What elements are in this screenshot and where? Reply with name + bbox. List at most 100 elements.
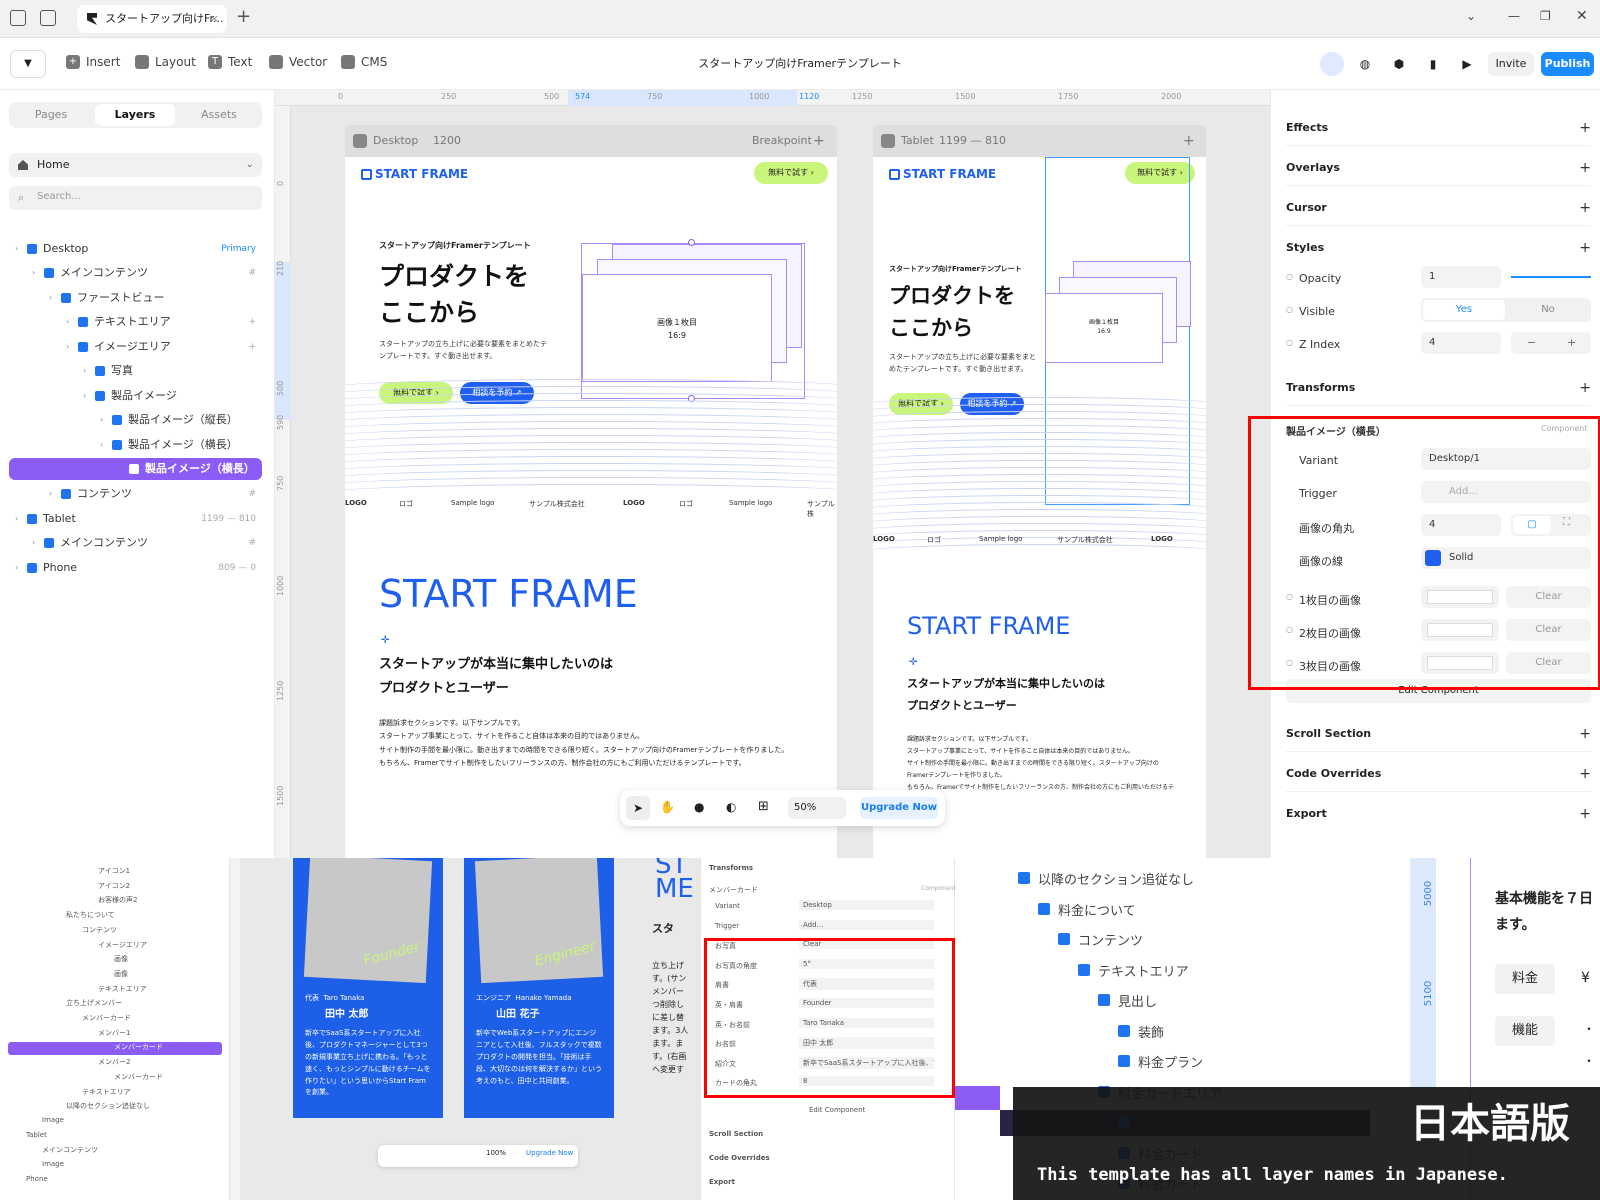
effects-section[interactable]: Effects + — [1286, 110, 1591, 146]
chevron-icon[interactable]: › — [15, 238, 18, 260]
tablet-frame-header[interactable]: Tablet 1199 — 810 + — [873, 125, 1206, 157]
breakpoint-button[interactable]: Breakpoint — [752, 125, 812, 157]
new-tab-icon[interactable]: + — [236, 6, 251, 27]
layer-row[interactable]: › Tablet 1199 — 810 — [9, 508, 262, 530]
layer-row[interactable]: › 製品イメージ（横長） — [9, 434, 262, 456]
chevron-icon[interactable]: › — [49, 483, 52, 505]
member-card-2[interactable]: Engineer エンジニア Hanako Yamada 山田 花子 新卒でWe… — [464, 858, 614, 1118]
layout-tool[interactable]: Layout — [135, 55, 196, 69]
transforms-section[interactable]: Transforms + — [1286, 370, 1591, 406]
add-icon[interactable]: + — [1579, 110, 1591, 146]
tab-pages[interactable]: Pages — [11, 104, 91, 126]
chevron-icon[interactable]: › — [15, 508, 18, 530]
home-icon[interactable] — [10, 10, 26, 26]
styles-section[interactable]: Styles + — [1286, 230, 1591, 266]
zoomed-layer-row[interactable]: 料金プラン — [1000, 1049, 1370, 1075]
mini-upgrade[interactable]: Upgrade Now — [526, 1149, 573, 1157]
tab-assets[interactable]: Assets — [179, 104, 259, 126]
layer-row[interactable]: › テキストエリア + — [9, 311, 262, 333]
page-selector[interactable]: Home ⌄ — [9, 153, 262, 177]
zindex-stepper[interactable]: − + — [1511, 332, 1591, 354]
mini-layer-row[interactable]: 立ち上げメンバー — [8, 998, 222, 1011]
chevron-icon[interactable]: › — [32, 262, 35, 284]
layer-row[interactable]: › Phone 809 — 0 — [9, 557, 262, 579]
layer-row[interactable]: › 製品イメージ（縦長） — [9, 409, 262, 431]
chevron-icon[interactable]: › — [83, 385, 86, 407]
add-icon[interactable]: + — [1579, 230, 1591, 266]
avatar[interactable] — [1320, 52, 1344, 76]
mini-layer-row[interactable]: メンバー2 — [8, 1057, 222, 1070]
mini-prop-value[interactable]: Add... — [799, 919, 934, 930]
chevron-down-icon[interactable]: ⌄ — [1466, 9, 1476, 23]
add-icon[interactable]: + — [1579, 756, 1591, 792]
visible-no[interactable]: No — [1507, 300, 1589, 320]
chevron-icon[interactable]: › — [100, 434, 103, 456]
layer-row[interactable]: › メインコンテンツ # — [9, 262, 262, 284]
analytics-icon[interactable]: ▮ — [1421, 52, 1445, 76]
tablet-frame[interactable]: START FRAME 無料で試す › 画像１枚目 16:9 スタートアップ向け… — [873, 157, 1206, 858]
mini-layer-row[interactable]: テキストエリア — [8, 1087, 222, 1100]
vector-tool[interactable]: Vector — [269, 55, 327, 69]
add-icon[interactable]: + — [1579, 370, 1591, 406]
desktop-frame-header[interactable]: Desktop 1200 Breakpoint + — [345, 125, 837, 157]
mini-layer-row[interactable]: 画像 — [8, 954, 222, 967]
add-icon[interactable]: + — [1579, 190, 1591, 226]
zoomed-layer-row[interactable]: 装飾 — [1000, 1019, 1370, 1045]
mini-layer-row[interactable]: アイコン2 — [8, 881, 222, 894]
zindex-input[interactable]: 4 — [1421, 332, 1501, 354]
select-tool-icon[interactable]: ➤ — [626, 796, 650, 820]
mini-layer-row[interactable]: メインコンテンツ — [8, 1145, 222, 1158]
search-input[interactable]: Search... — [37, 191, 81, 202]
mini-layer-row[interactable]: Image — [8, 1160, 222, 1173]
layer-row[interactable]: › 写真 — [9, 360, 262, 382]
visible-yes[interactable]: Yes — [1423, 300, 1505, 320]
overlays-section[interactable]: Overlays + — [1286, 150, 1591, 186]
add-breakpoint-icon[interactable]: + — [1183, 125, 1195, 157]
minus-icon[interactable]: − — [1527, 332, 1536, 354]
mini-layer-row[interactable]: お客様の声2 — [8, 895, 222, 908]
mini-layer-row[interactable]: Tablet — [8, 1131, 222, 1144]
mini-layer-row[interactable]: 画像 — [8, 969, 222, 982]
text-tool[interactable]: T Text — [208, 55, 252, 69]
layer-row[interactable]: › ファーストビュー — [9, 287, 262, 309]
cursor-section[interactable]: Cursor + — [1286, 190, 1591, 226]
chevron-icon[interactable]: › — [66, 311, 69, 333]
insert-tool[interactable]: + Insert — [66, 55, 120, 69]
mini-layer-row[interactable]: Phone — [8, 1175, 222, 1188]
tab-layers[interactable]: Layers — [95, 104, 175, 126]
add-icon[interactable]: + — [1579, 716, 1591, 752]
mini-layer-row[interactable]: メンバー1 — [8, 1028, 222, 1041]
minimize-icon[interactable]: — — [1508, 9, 1520, 23]
add-breakpoint-icon[interactable]: + — [813, 125, 825, 157]
chevron-icon[interactable]: › — [32, 532, 35, 554]
hand-tool-icon[interactable]: ✋ — [660, 800, 675, 814]
chevron-icon[interactable]: › — [117, 458, 120, 480]
member-card-1[interactable]: Founder 代表 Taro Tanaka 田中 太郎 新卒でSaaS系スター… — [293, 858, 443, 1118]
mini-layer-row[interactable]: イメージエリア — [8, 940, 222, 953]
layer-row[interactable]: › イメージエリア + — [9, 336, 262, 358]
image-stack[interactable]: 画像１枚目 16:9 — [581, 243, 805, 399]
comment-tool-icon[interactable]: ● — [694, 800, 704, 814]
chevron-icon[interactable]: › — [100, 409, 103, 431]
export-section[interactable]: Export + — [1286, 796, 1591, 832]
zoom-select[interactable]: 50% — [788, 797, 846, 819]
add-icon[interactable]: + — [1579, 796, 1591, 832]
dark-mode-icon[interactable]: ◐ — [726, 800, 736, 814]
upgrade-button[interactable]: Upgrade Now — [860, 797, 938, 819]
add-icon[interactable]: + — [1579, 150, 1591, 186]
variable-icon[interactable]: ○ — [1286, 305, 1293, 314]
close-window-icon[interactable]: ✕ — [1576, 8, 1588, 24]
mini-layer-row[interactable]: メンバーカード — [8, 1042, 222, 1056]
opacity-slider[interactable] — [1511, 276, 1591, 278]
scroll-section[interactable]: Scroll Section + — [1286, 716, 1591, 752]
zoomed-layer-row[interactable]: 見出し — [1000, 988, 1370, 1014]
inbox-icon[interactable] — [40, 10, 56, 26]
chevron-icon[interactable]: › — [49, 287, 52, 309]
chevron-icon[interactable]: › — [83, 360, 86, 382]
code-overrides-section[interactable]: Code Overrides + — [1286, 756, 1591, 792]
mini-layer-row[interactable]: 以降のセクション追従なし — [8, 1101, 222, 1114]
variable-icon[interactable]: ○ — [1286, 272, 1293, 281]
opacity-input[interactable]: 1 — [1421, 266, 1501, 288]
framer-menu-button[interactable]: ▼ — [10, 50, 46, 78]
restore-icon[interactable]: ❐ — [1540, 9, 1551, 23]
